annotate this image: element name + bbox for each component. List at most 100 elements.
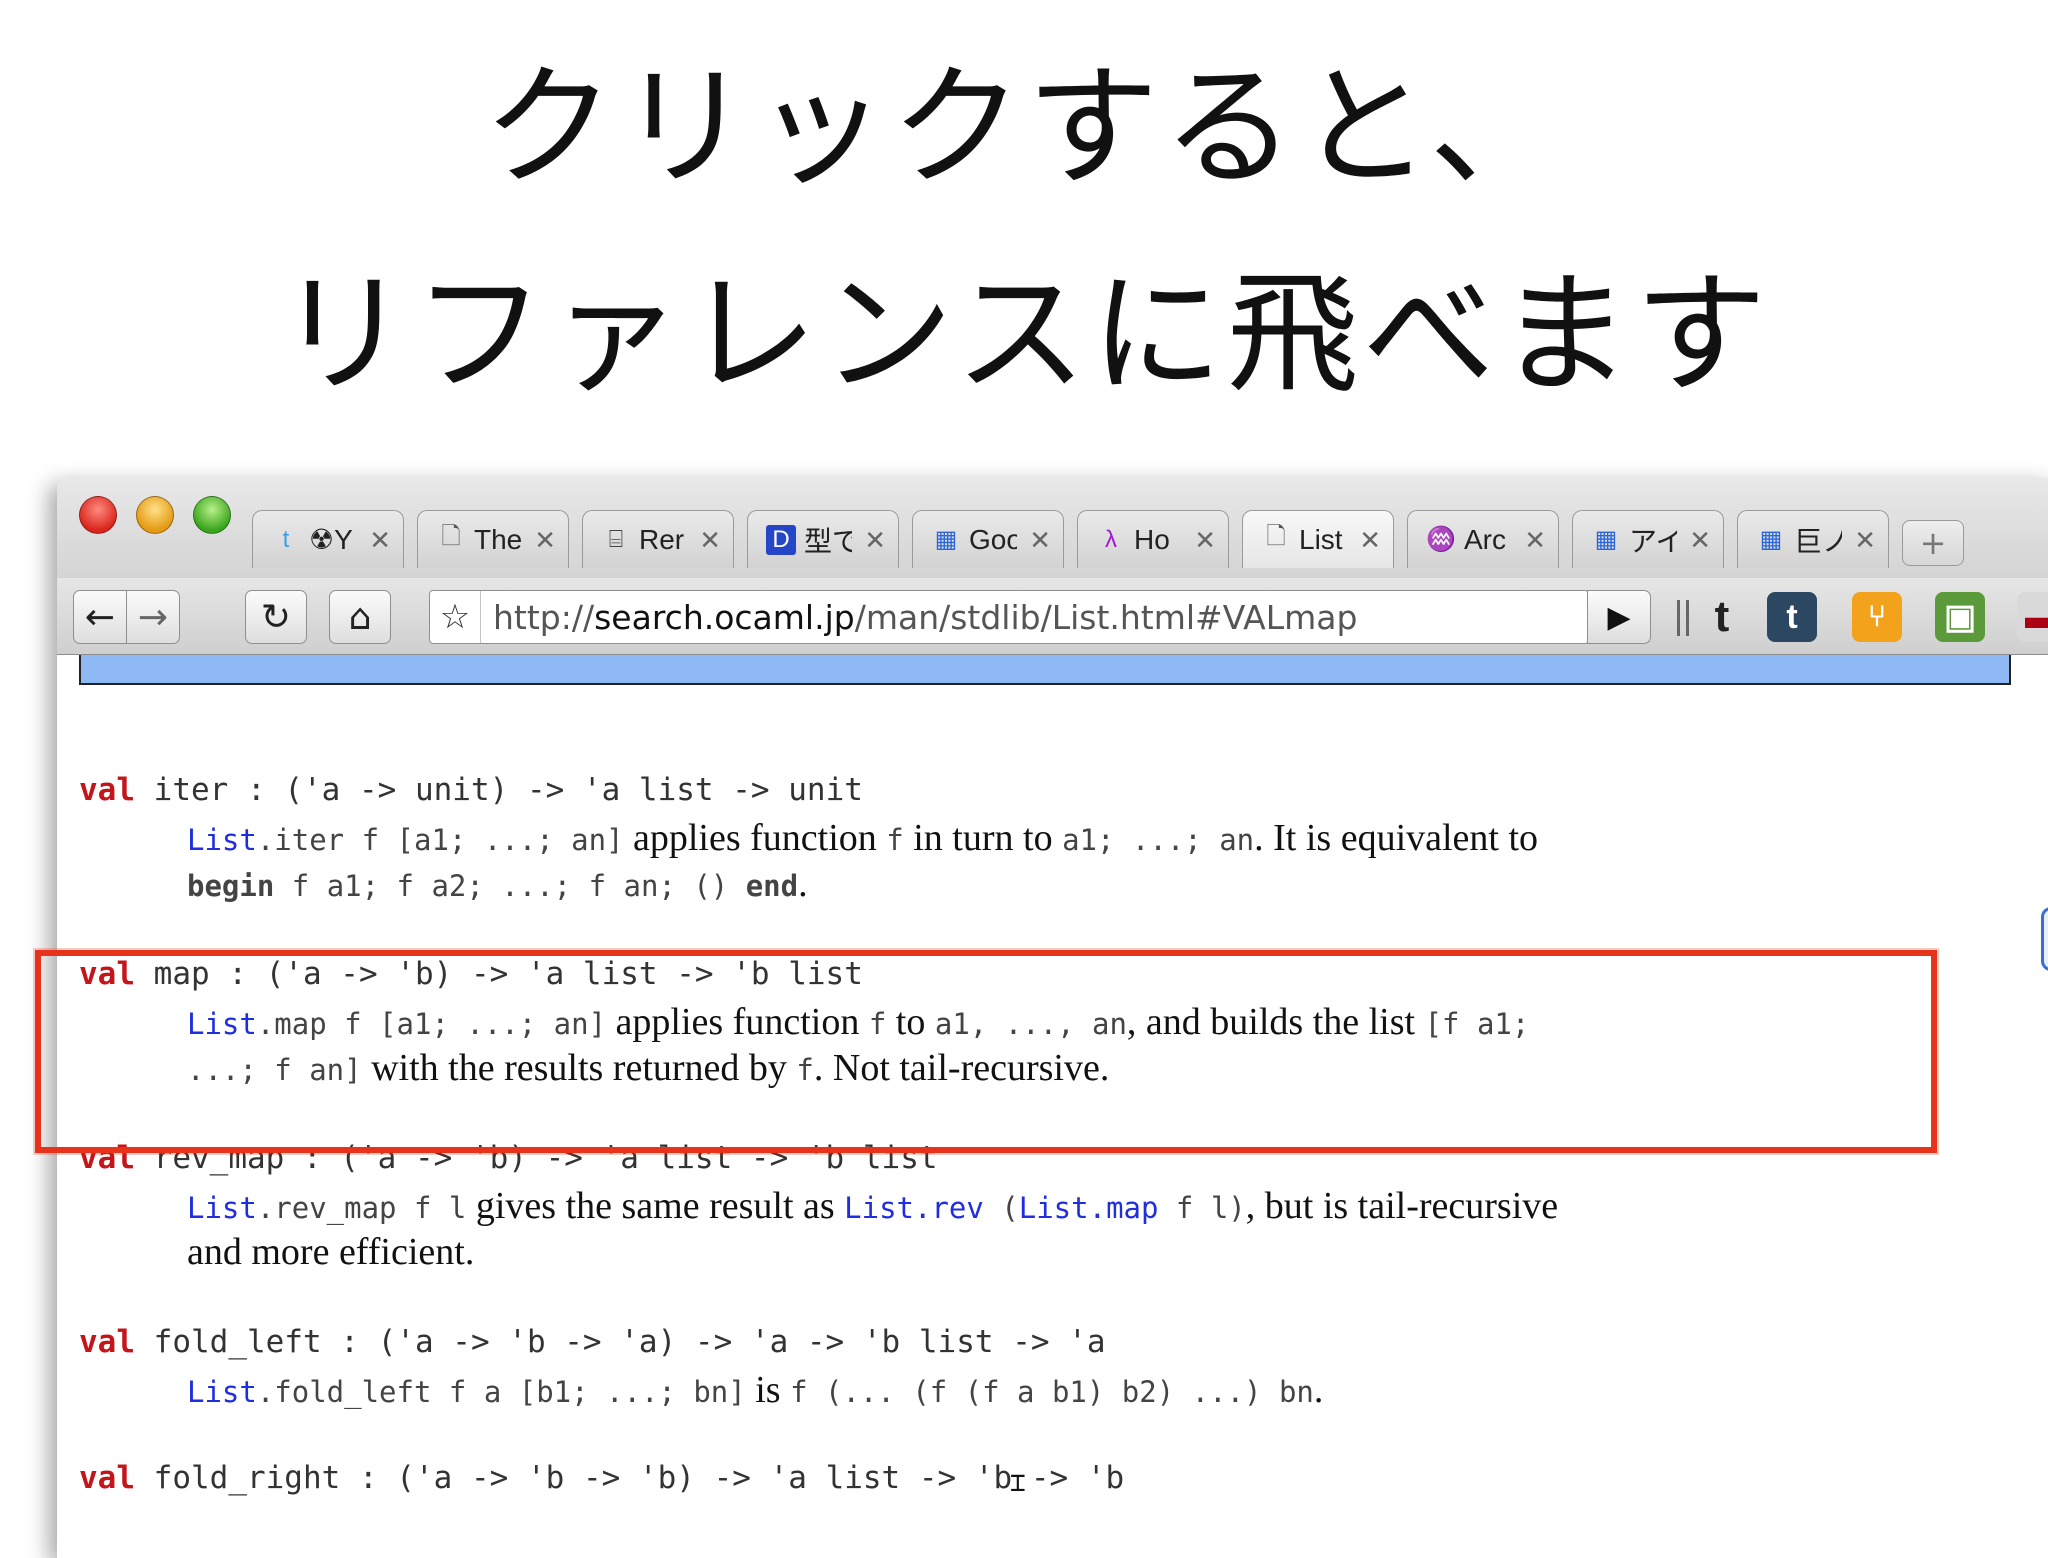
close-window-button[interactable] bbox=[79, 496, 117, 534]
page-icon: 🗋 bbox=[441, 523, 461, 550]
tab-label: Goo bbox=[969, 523, 1017, 555]
description-text: gives the same result as bbox=[466, 1185, 845, 1227]
tab-2[interactable]: ⌸ Rer ✕ bbox=[582, 510, 734, 568]
twitter-extension-icon[interactable]: t bbox=[1697, 592, 1747, 642]
arrow-left-icon: ← bbox=[84, 596, 116, 638]
description-line: List.iter f [a1; ...; an] applies functi… bbox=[187, 814, 1538, 864]
reload-icon: ↻ bbox=[260, 596, 292, 638]
tab-label: Arc bbox=[1464, 523, 1506, 555]
page-icon: 🗋 bbox=[1266, 523, 1286, 550]
description-text: and more efficient. bbox=[187, 1231, 475, 1273]
bookmark-star-icon[interactable]: ☆ bbox=[430, 591, 481, 643]
description-line: and more efficient. bbox=[187, 1228, 474, 1276]
close-tab-icon[interactable]: ✕ bbox=[1524, 525, 1546, 556]
description-line: List.rev_map f l gives the same result a… bbox=[187, 1182, 1558, 1232]
module-link[interactable]: List bbox=[187, 823, 257, 857]
close-tab-icon[interactable]: ✕ bbox=[1194, 525, 1216, 556]
toolbar-separator bbox=[1677, 600, 1689, 636]
close-tab-icon[interactable]: ✕ bbox=[1029, 525, 1051, 556]
module-link[interactable]: List bbox=[1019, 1191, 1089, 1225]
inline-code: .fold_left f a [b1; ...; bn] bbox=[256, 1375, 746, 1409]
module-link[interactable]: List bbox=[187, 1375, 257, 1409]
tab-3[interactable]: D 型で ✕ bbox=[747, 510, 899, 568]
fork-knife-extension-icon[interactable]: ⑂ bbox=[1852, 592, 1902, 642]
function-type: : ('a -> 'b -> 'a) -> 'a -> 'b list -> '… bbox=[321, 1324, 1106, 1360]
code-keyword: begin bbox=[187, 869, 275, 903]
google-icon: ▦ bbox=[934, 526, 958, 553]
reload-button[interactable]: ↻ bbox=[245, 590, 307, 644]
tab-label: アイ bbox=[1629, 525, 1677, 557]
function-name[interactable]: fold_right bbox=[135, 1460, 341, 1496]
signature-3: val fold_left : ('a -> 'b -> 'a) -> 'a -… bbox=[79, 1324, 1106, 1360]
tab-label: 巨ノ bbox=[1794, 525, 1842, 557]
url-path: /man/stdlib/List.html#VALmap bbox=[854, 597, 1358, 637]
tab-bar: t ☢Y ✕ 🗋 The ✕ ⌸ Rer ✕ D 型で ✕ ▦ Goo ✕ λ Ho ✕ 🗋 List ✕ ♒ Arc ✕ ▦ ア… bbox=[57, 478, 2048, 578]
description-line: List.fold_left f a [b1; ...; bn] is f (.… bbox=[187, 1366, 1323, 1416]
inline-code: .iter f [a1; ...; an] bbox=[256, 823, 624, 857]
tab-1[interactable]: 🗋 The ✕ bbox=[417, 510, 569, 568]
address-bar[interactable]: ☆ http://search.ocaml.jp/man/stdlib/List… bbox=[429, 590, 1589, 644]
close-tab-icon[interactable]: ✕ bbox=[1854, 525, 1876, 556]
description-text: . bbox=[798, 863, 808, 905]
url-host: search.ocaml.jp bbox=[594, 597, 855, 637]
play-icon: ▶ bbox=[1607, 599, 1631, 635]
tab-9[interactable]: ▦ 巨ノ ✕ bbox=[1737, 510, 1889, 568]
forward-button[interactable]: → bbox=[126, 590, 180, 644]
evernote-extension-icon[interactable]: ▣ bbox=[1935, 592, 1985, 642]
signature-4: val fold_right : ('a -> 'b -> 'b) -> 'a … bbox=[79, 1460, 1124, 1496]
module-link[interactable]: .rev bbox=[914, 1191, 984, 1225]
close-tab-icon[interactable]: ✕ bbox=[369, 525, 391, 556]
description-text: applies function bbox=[623, 817, 887, 859]
tab-0[interactable]: t ☢Y ✕ bbox=[252, 510, 404, 568]
module-link[interactable]: .map bbox=[1089, 1191, 1159, 1225]
signature-0: val iter : ('a -> unit) -> 'a list -> un… bbox=[79, 772, 863, 808]
back-button[interactable]: ← bbox=[73, 590, 127, 644]
slide-title-line-1: クリックすると、 bbox=[482, 51, 1566, 205]
inline-code: f a1; f a2; ...; f an; () bbox=[274, 869, 746, 903]
description-text: , but is tail-recursive bbox=[1245, 1185, 1559, 1227]
close-tab-icon[interactable]: ✕ bbox=[699, 525, 721, 556]
val-keyword: val bbox=[79, 1460, 135, 1496]
tumblr-extension-icon[interactable]: t bbox=[1767, 592, 1817, 642]
function-type: : ('a -> unit) -> 'a list -> unit bbox=[228, 772, 863, 808]
go-button[interactable]: ▶ bbox=[1587, 590, 1651, 644]
zoom-window-button[interactable] bbox=[193, 496, 231, 534]
close-tab-icon[interactable]: ✕ bbox=[864, 525, 886, 556]
tab-6[interactable]: 🗋 List ✕ bbox=[1242, 510, 1394, 568]
function-name[interactable]: iter bbox=[135, 772, 229, 808]
tab-label: Rer bbox=[639, 523, 685, 555]
inline-code: .rev_map f l bbox=[256, 1191, 467, 1225]
arrow-right-icon: → bbox=[137, 596, 169, 638]
function-type: : ('a -> 'b -> 'b) -> 'a list -> 'b -> '… bbox=[340, 1460, 1125, 1496]
url-text[interactable]: http://search.ocaml.jp/man/stdlib/List.h… bbox=[481, 598, 1357, 637]
scrollbar-thumb[interactable] bbox=[2041, 907, 2048, 971]
code-keyword: end bbox=[745, 869, 799, 903]
new-tab-button[interactable]: + bbox=[1902, 520, 1964, 566]
close-tab-icon[interactable]: ✕ bbox=[1689, 525, 1711, 556]
description-text: . bbox=[1313, 1369, 1324, 1411]
minimize-window-button[interactable] bbox=[136, 496, 174, 534]
mask-extension-icon[interactable]: ▬ bbox=[2017, 592, 2048, 642]
tab-label: Ho bbox=[1134, 523, 1170, 555]
tab-7[interactable]: ♒ Arc ✕ bbox=[1407, 510, 1559, 568]
description-text: . It is equivalent to bbox=[1254, 817, 1539, 859]
url-scheme: http:// bbox=[493, 597, 595, 637]
close-tab-icon[interactable]: ✕ bbox=[1359, 525, 1381, 556]
module-link[interactable]: List bbox=[844, 1191, 914, 1225]
doc-navigation-bar bbox=[79, 655, 2011, 685]
function-name[interactable]: fold_left bbox=[135, 1324, 322, 1360]
google-icon: ▦ bbox=[1594, 526, 1618, 553]
home-button[interactable]: ⌂ bbox=[329, 590, 391, 644]
inline-code: f l) bbox=[1158, 1191, 1246, 1225]
val-keyword: val bbox=[79, 1324, 135, 1360]
inline-code: ( bbox=[983, 1191, 1019, 1225]
tab-8[interactable]: ▦ アイ ✕ bbox=[1572, 510, 1724, 568]
tab-5[interactable]: λ Ho ✕ bbox=[1077, 510, 1229, 568]
module-link[interactable]: List bbox=[187, 1191, 257, 1225]
google-icon: ▦ bbox=[1759, 526, 1783, 553]
close-tab-icon[interactable]: ✕ bbox=[534, 525, 556, 556]
tab-4[interactable]: ▦ Goo ✕ bbox=[912, 510, 1064, 568]
tab-label: The bbox=[474, 523, 522, 555]
highlight-box-map bbox=[35, 950, 1937, 1153]
camel-icon: ♒ bbox=[1426, 526, 1456, 553]
